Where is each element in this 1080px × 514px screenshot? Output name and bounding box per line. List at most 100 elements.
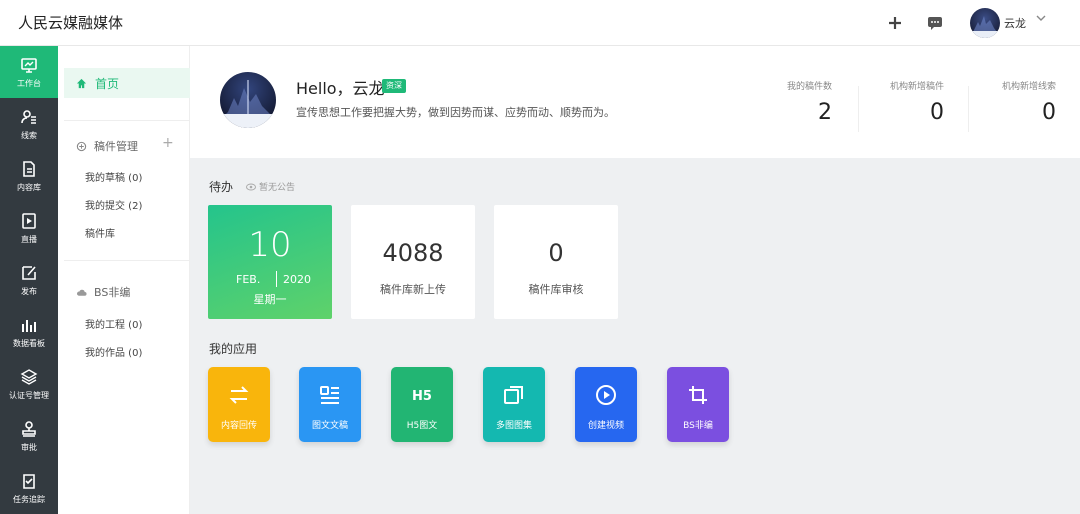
app-label: 创建视频 — [587, 421, 624, 431]
avatar[interactable] — [970, 8, 1000, 38]
sidebar-item-workbench[interactable]: 工作台 — [0, 46, 58, 98]
stat-my-manuscripts: 我的稿件数 2 — [722, 79, 832, 125]
review-card[interactable]: 0 稿件库审核 — [494, 205, 618, 319]
nav-group-manuscripts[interactable]: 稿件管理 — [76, 138, 138, 154]
date-year: 2020 — [283, 273, 311, 286]
app-label: H5图文 — [406, 421, 438, 431]
manuscript-group-icon — [76, 141, 87, 151]
app-create-video[interactable]: 创建视频 — [575, 367, 637, 442]
workbench-icon — [21, 57, 37, 73]
live-icon — [22, 212, 36, 229]
app-title: 人民云媒融媒体 — [18, 14, 124, 32]
app-label: BS非编 — [683, 421, 713, 431]
count-label: 稿件库审核 — [528, 283, 584, 296]
sidebar-item-label: 数据看板 — [13, 338, 45, 348]
stat-label: 机构新增线索 — [1001, 82, 1056, 92]
stat-org-new-clues: 机构新增线索 0 — [946, 79, 1056, 125]
todo-title: 待办 — [209, 180, 234, 194]
nav-group-bs[interactable]: BS非编 — [76, 284, 130, 300]
gallery-icon — [504, 386, 523, 404]
crop-icon — [689, 386, 707, 404]
icon-sidebar: 工作台 线索 内容库 直播 发布 数据看板 认证号管理 审批 任务追踪 — [0, 46, 58, 514]
nav-item-my-projects[interactable]: 我的工程 (0) — [85, 316, 142, 331]
stamp-icon — [22, 420, 36, 437]
eye-icon — [246, 183, 256, 191]
count-value: 4088 — [382, 239, 444, 267]
notice: 暂无公告 — [246, 180, 295, 193]
sidebar-item-label: 认证号管理 — [9, 390, 49, 400]
play-circle-icon — [596, 385, 616, 405]
notice-text: 暂无公告 — [259, 183, 296, 193]
message-icon[interactable] — [924, 12, 946, 34]
nav-item-drafts[interactable]: 我的草稿 (0) — [85, 169, 142, 184]
count-value: 0 — [548, 239, 564, 267]
sidebar-item-approval[interactable]: 审批 — [0, 410, 58, 462]
article-icon — [320, 386, 339, 404]
swap-arrows-icon — [229, 386, 249, 404]
secondary-nav: 首页 稿件管理 + 我的草稿 (0) 我的提交 (2) 稿件库 BS非编 我的工… — [58, 46, 190, 514]
sidebar-item-task-tracking[interactable]: 任务追踪 — [0, 462, 58, 514]
add-manuscript-button[interactable]: + — [162, 135, 174, 151]
slogan: 宣传思想工作要把握大势，做到因势而谋、应势而动、顺势而为。 — [296, 106, 615, 119]
chevron-down-icon[interactable] — [1036, 12, 1046, 26]
sidebar-item-label: 线索 — [21, 130, 37, 140]
apps-title: 我的应用 — [209, 342, 258, 356]
sidebar-item-label: 工作台 — [17, 78, 41, 88]
count-label: 稿件库新上传 — [380, 283, 446, 296]
nav-item-submitted[interactable]: 我的提交 (2) — [85, 197, 142, 212]
sidebar-item-content-library[interactable]: 内容库 — [0, 150, 58, 202]
app-content-return[interactable]: 内容回传 — [208, 367, 270, 442]
bar-chart-icon — [22, 319, 36, 332]
app-label: 多图图集 — [495, 421, 532, 431]
app-article[interactable]: 图文文稿 — [299, 367, 361, 442]
nav-home-label: 首页 — [95, 76, 120, 91]
top-bar: 人民云媒融媒体 云龙 — [0, 0, 1080, 46]
app-label: 图文文稿 — [311, 421, 348, 431]
date-weekday: 星期一 — [253, 293, 287, 306]
sidebar-item-clues[interactable]: 线索 — [0, 98, 58, 150]
date-card: 10 FEB. 2020 星期一 — [208, 205, 332, 319]
sidebar-item-live[interactable]: 直播 — [0, 202, 58, 254]
clues-icon — [21, 109, 36, 124]
task-icon — [23, 473, 35, 489]
greeting: Hello，云龙 — [296, 79, 385, 98]
cloud-icon — [76, 289, 87, 296]
new-uploads-card[interactable]: 4088 稿件库新上传 — [351, 205, 475, 319]
sidebar-item-label: 内容库 — [17, 182, 41, 192]
layers-icon — [20, 368, 38, 385]
app-bs-editor[interactable]: BS非编 — [667, 367, 729, 442]
app-h5[interactable]: H5 H5图文 — [391, 367, 453, 442]
sidebar-item-label: 发布 — [21, 286, 37, 296]
app-gallery[interactable]: 多图图集 — [483, 367, 545, 442]
sidebar-item-label: 直播 — [21, 234, 37, 244]
svg-text:H5: H5 — [412, 389, 432, 404]
document-icon — [23, 160, 35, 177]
stat-label: 我的稿件数 — [786, 82, 832, 92]
h5-icon: H5 — [412, 389, 432, 404]
nav-item-manuscript-library[interactable]: 稿件库 — [85, 225, 115, 240]
avatar[interactable] — [220, 72, 276, 128]
sidebar-item-publish[interactable]: 发布 — [0, 254, 58, 306]
profile-header: Hello，云龙 资深 宣传思想工作要把握大势，做到因势而谋、应势而动、顺势而为… — [190, 46, 1080, 158]
nav-group-label: BS非编 — [94, 286, 131, 299]
nav-item-my-works[interactable]: 我的作品 (0) — [85, 344, 142, 359]
user-name[interactable]: 云龙 — [1004, 15, 1026, 31]
home-icon — [76, 78, 87, 88]
sidebar-item-label: 任务追踪 — [13, 494, 45, 504]
publish-icon — [22, 265, 36, 280]
stat-value: 0 — [1042, 100, 1056, 125]
sidebar-item-account-management[interactable]: 认证号管理 — [0, 358, 58, 410]
add-icon[interactable] — [884, 12, 906, 34]
divider — [276, 271, 277, 287]
stat-org-new-manuscripts: 机构新增稿件 0 — [834, 79, 944, 125]
nav-item-home[interactable]: 首页 — [64, 68, 190, 98]
date-month: FEB. — [236, 273, 261, 286]
date-day: 10 — [248, 225, 292, 265]
nav-group-label: 稿件管理 — [94, 140, 138, 153]
role-badge: 资深 — [382, 79, 406, 93]
divider — [64, 260, 190, 261]
app-label: 内容回传 — [220, 421, 257, 431]
divider — [64, 120, 190, 121]
sidebar-item-dashboard[interactable]: 数据看板 — [0, 306, 58, 358]
sidebar-item-label: 审批 — [21, 442, 37, 452]
